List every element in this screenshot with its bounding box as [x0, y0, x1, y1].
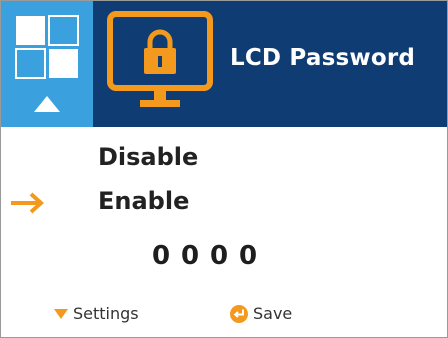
lcd-password-screen: LCD Password Disable Enable 0 0 0 0 Sett… — [0, 0, 448, 338]
header-bar: LCD Password — [1, 1, 447, 127]
enter-icon — [230, 304, 248, 323]
nav-button[interactable] — [1, 1, 93, 127]
pin-digit[interactable]: 0 — [210, 241, 228, 271]
settings-hint[interactable]: Settings — [54, 304, 139, 323]
up-triangle-icon — [34, 96, 60, 112]
save-label: Save — [253, 304, 293, 323]
arrow-right-icon — [11, 192, 44, 214]
grid-icon — [15, 15, 79, 79]
settings-label: Settings — [73, 304, 139, 323]
pin-digit[interactable]: 0 — [152, 241, 170, 271]
triangle-down-icon — [54, 308, 68, 319]
lcd-lock-icon — [107, 11, 213, 107]
pin-code[interactable]: 0 0 0 0 — [1, 241, 406, 271]
option-disable[interactable]: Disable — [98, 143, 198, 171]
pin-digit[interactable]: 0 — [239, 241, 257, 271]
option-enable[interactable]: Enable — [98, 187, 189, 215]
page-title: LCD Password — [230, 45, 416, 71]
save-hint[interactable]: Save — [230, 304, 292, 323]
pin-digit[interactable]: 0 — [181, 241, 199, 271]
